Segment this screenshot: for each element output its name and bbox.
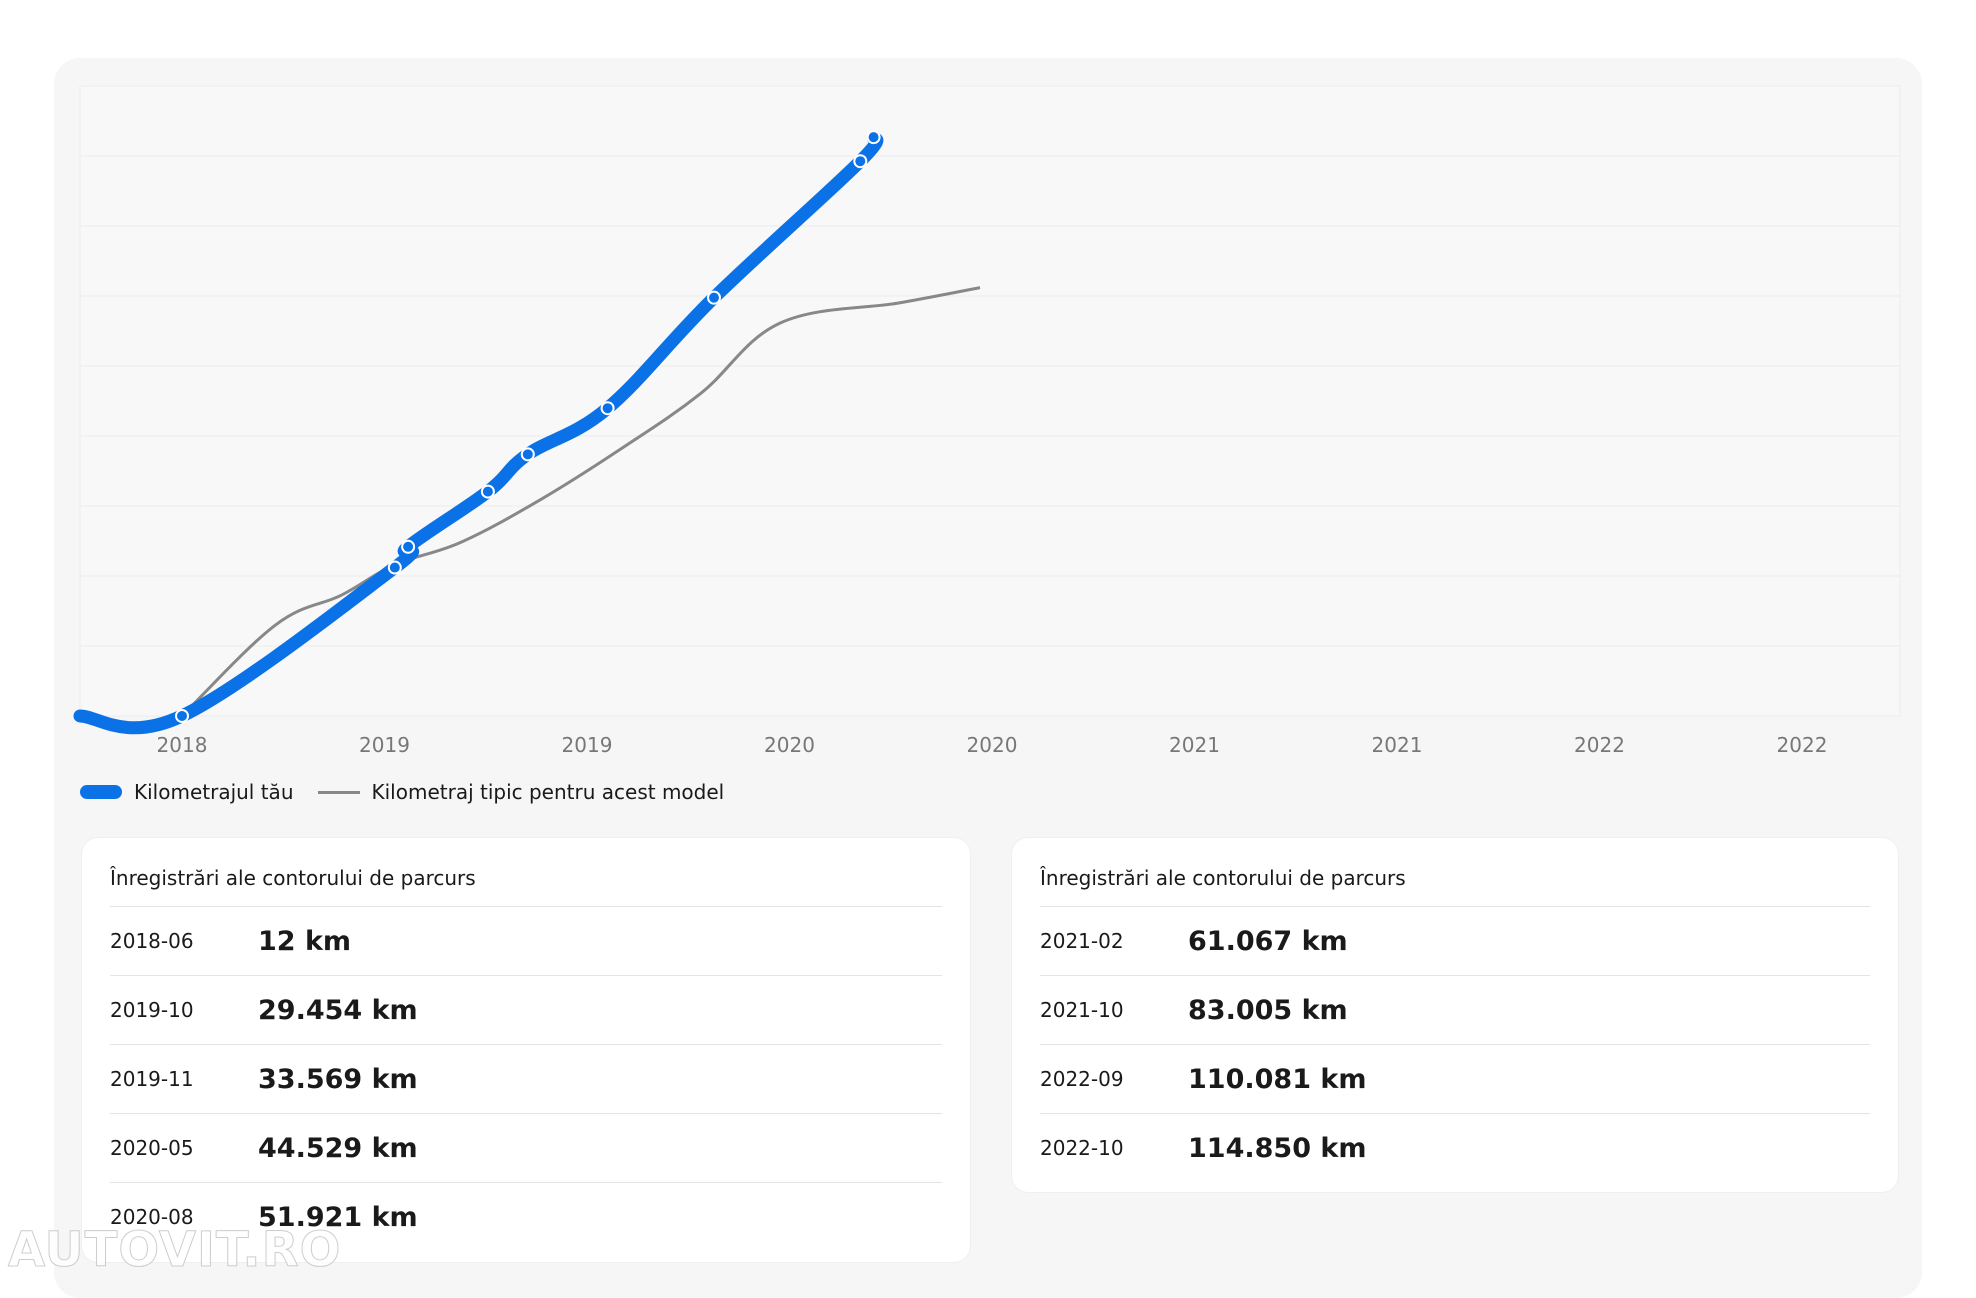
record-row: 2019-11 33.569 km <box>110 1045 942 1114</box>
record-value: 83.005 km <box>1188 994 1348 1026</box>
autovit-watermark-logo: AUTOVIT.RO <box>7 1222 342 1279</box>
record-value: 29.454 km <box>258 994 418 1026</box>
record-date: 2020-05 <box>110 1136 194 1160</box>
x-axis-tick-labels: 2018 2019 2019 2020 2020 2021 2021 2022 2022 <box>157 733 1828 757</box>
record-date: 2022-09 <box>1040 1067 1124 1091</box>
legend-label-your-mileage: Kilometrajul tău <box>134 780 294 804</box>
data-point-your-mileage[interactable] <box>707 290 721 305</box>
x-tick-label: 2022 <box>1777 733 1828 757</box>
legend-swatch-gray <box>317 790 360 794</box>
record-row: 2018-06 12 km <box>110 907 942 976</box>
record-date: 2019-11 <box>110 1067 194 1091</box>
panel-title: Înregistrări ale contorului de parcurs <box>110 838 942 907</box>
record-row: 2020-05 44.529 km <box>110 1114 942 1183</box>
record-value: 110.081 km <box>1188 1063 1367 1095</box>
record-row: 2021-10 83.005 km <box>1040 976 1870 1045</box>
x-tick-label: 2022 <box>1574 733 1625 757</box>
record-value: 44.529 km <box>258 1132 418 1164</box>
x-tick-label: 2018 <box>157 733 208 757</box>
plot-background <box>79 85 1901 717</box>
panel-title: Înregistrări ale contorului de parcurs <box>1040 838 1870 907</box>
record-value: 33.569 km <box>258 1063 418 1095</box>
record-date: 2018-06 <box>110 929 194 953</box>
record-value: 61.067 km <box>1188 925 1348 957</box>
data-point-your-mileage[interactable] <box>387 560 402 575</box>
record-date: 2021-02 <box>1040 929 1124 953</box>
record-row: 2022-09 110.081 km <box>1040 1045 1870 1114</box>
data-point-your-mileage[interactable] <box>520 447 535 462</box>
x-tick-label: 2020 <box>967 733 1018 757</box>
legend-item-typical-mileage[interactable]: Kilometraj tipic pentru acest model <box>317 780 725 804</box>
data-point-your-mileage[interactable] <box>866 130 881 145</box>
record-value: 114.850 km <box>1188 1132 1367 1164</box>
record-date: 2021-10 <box>1040 998 1124 1022</box>
data-point-your-mileage[interactable] <box>401 539 416 554</box>
data-point-your-mileage[interactable] <box>480 484 495 499</box>
mileage-chart: 2018 2019 2019 2020 2020 2021 2021 2022 2022 <box>73 85 1901 757</box>
legend-item-your-mileage[interactable]: Kilometrajul tău <box>80 780 294 804</box>
x-tick-label: 2021 <box>1169 733 1220 757</box>
record-date: 2019-10 <box>110 998 194 1022</box>
record-row: 2019-10 29.454 km <box>110 976 942 1045</box>
x-tick-label: 2019 <box>562 733 613 757</box>
x-tick-label: 2019 <box>359 733 410 757</box>
data-point-your-mileage[interactable] <box>853 154 868 169</box>
data-point-your-mileage[interactable] <box>175 708 189 723</box>
record-date: 2022-10 <box>1040 1136 1124 1160</box>
x-tick-label: 2021 <box>1372 733 1423 757</box>
data-point-your-mileage[interactable] <box>600 401 615 416</box>
record-value: 12 km <box>258 925 352 957</box>
x-tick-label: 2020 <box>764 733 815 757</box>
odometer-records-panel-left: Înregistrări ale contorului de parcurs 2… <box>82 838 970 1262</box>
legend-swatch-blue <box>80 785 122 799</box>
legend-label-typical-mileage: Kilometraj tipic pentru acest model <box>371 780 725 804</box>
odometer-records-panel-right: Înregistrări ale contorului de parcurs 2… <box>1012 838 1898 1192</box>
chart-legend: Kilometrajul tău Kilometraj tipic pentru… <box>80 780 748 804</box>
record-row: 2021-02 61.067 km <box>1040 907 1870 976</box>
record-row: 2022-10 114.850 km <box>1040 1114 1870 1182</box>
